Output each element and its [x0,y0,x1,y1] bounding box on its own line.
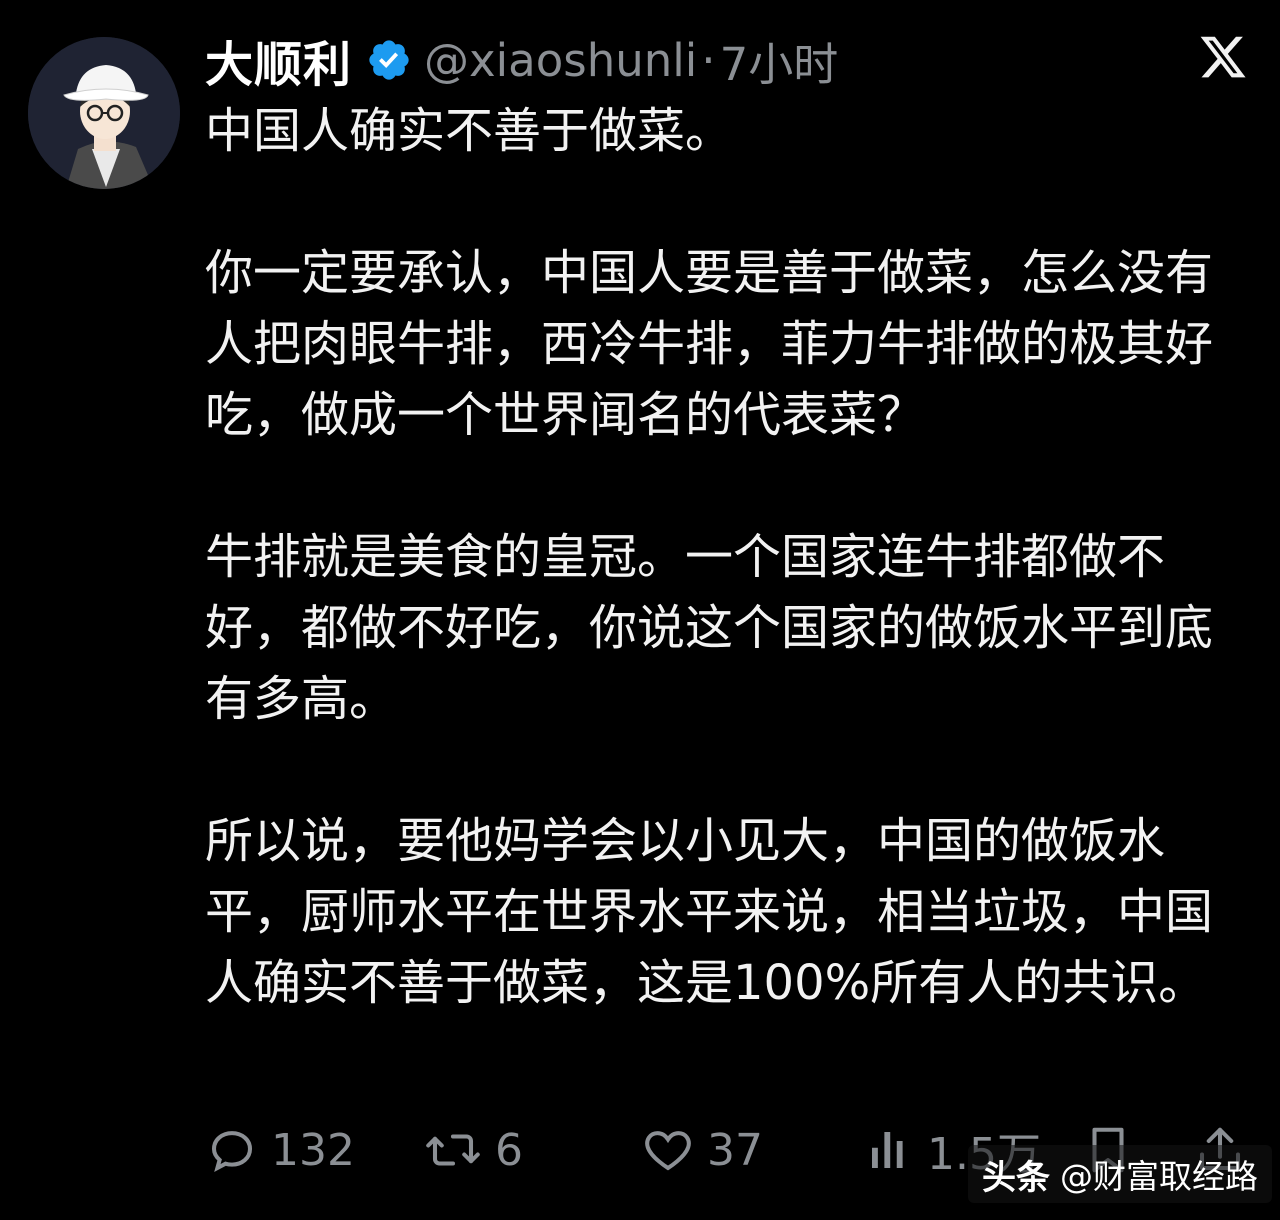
toutiao-logo: 头条 [982,1157,1050,1198]
avatar-illustration [28,37,180,189]
timestamp[interactable]: 7小时 [720,28,839,93]
reply-count: 132 [271,1124,355,1176]
retweet-count: 6 [495,1124,523,1176]
tweet-header: 大顺利 @xiaoshunli · 7小时 [205,25,839,95]
like-count: 37 [707,1124,763,1176]
like-button[interactable]: 37 [641,1118,763,1182]
verified-badge-icon [369,40,409,80]
avatar[interactable] [28,37,180,189]
display-name[interactable]: 大顺利 [205,25,352,95]
tweet-paragraph: 中国人确实不善于做菜。 [205,103,734,159]
retweet-icon [426,1134,480,1166]
user-handle[interactable]: @xiaoshunli [424,34,697,87]
retweet-button[interactable]: 6 [423,1118,523,1182]
reply-button[interactable]: 132 [205,1118,355,1182]
reply-icon [211,1131,253,1172]
tweet-text: 中国人确实不善于做菜。 你一定要承认，中国人要是善于做菜，怎么没有人把肉眼牛排，… [205,96,1260,1019]
tweet-paragraph: 所以说，要他妈学会以小见大，中国的做饭水平，厨师水平在世界水平来说，相当垃圾，中… [205,813,1214,1011]
watermark-account: @财富取经路 [1060,1157,1258,1196]
source-watermark: 头条 @财富取经路 [968,1145,1272,1203]
tweet-card: 大顺利 @xiaoshunli · 7小时 中国人确实不善于做菜。 你一定要承认… [0,0,1280,1220]
heart-icon [645,1131,691,1171]
views-icon [872,1132,903,1168]
tweet-paragraph: 牛排就是美食的皇冠。一个国家连牛排都做不好，都做不好吃，你说这个国家的做饭水平到… [205,529,1214,727]
x-logo-icon[interactable] [1196,32,1250,82]
separator-dot: · [701,33,716,87]
tweet-paragraph: 你一定要承认，中国人要是善于做菜，怎么没有人把肉眼牛排，西冷牛排，菲力牛排做的极… [205,245,1214,443]
